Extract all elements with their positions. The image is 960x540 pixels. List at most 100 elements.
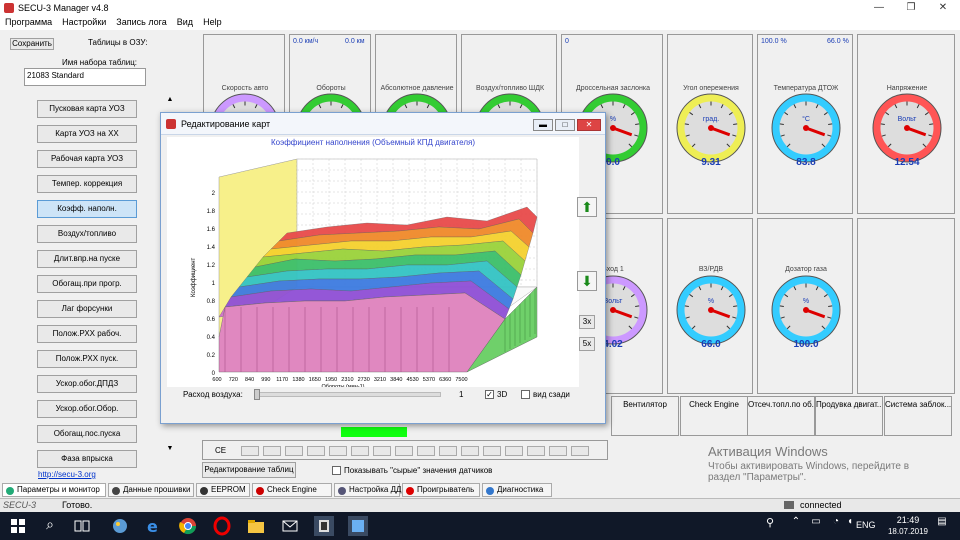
map-button[interactable]: Обогащ.пос.пуска [37, 425, 137, 443]
ce-indicator [307, 446, 325, 456]
task-view-icon[interactable] [72, 516, 92, 536]
map-button[interactable]: Ускор.обог.Обор. [37, 400, 137, 418]
secu3-task-icon[interactable] [314, 516, 334, 536]
dialog-close-button[interactable]: ✕ [577, 119, 601, 131]
air-flow-slider[interactable] [254, 389, 441, 400]
people-icon[interactable]: ⚲ [760, 516, 780, 536]
back-view-checkbox[interactable] [521, 390, 530, 399]
check-3d-checkbox[interactable]: ✓ [485, 390, 494, 399]
ce-label: CE [215, 446, 227, 455]
opera-icon[interactable] [212, 516, 232, 536]
slider-handle[interactable] [254, 389, 260, 400]
gauge-unit: Вольт [897, 116, 917, 123]
map-button[interactable]: Карта УОЗ на ХХ [37, 125, 137, 143]
map-button[interactable]: Обогащ.при прогр. [37, 275, 137, 293]
clock-time[interactable]: 21:49 [888, 515, 928, 525]
menu-program[interactable]: Программа [0, 16, 57, 28]
raw-values-checkbox[interactable] [332, 466, 341, 475]
tab[interactable]: Проигрыватель [402, 483, 480, 497]
gauge-top-left: 0.0 км/ч [293, 38, 319, 45]
scroll-up-icon[interactable]: ▲ [166, 96, 174, 103]
status-bar: SECU-3 Готово. connected [0, 498, 960, 512]
menu-help[interactable]: Help [198, 16, 227, 28]
dialog-maximize-button[interactable]: □ [555, 119, 575, 131]
ce-indicator [483, 446, 501, 456]
search-icon[interactable]: ⌕ [40, 516, 60, 536]
surface-plot[interactable]: Коэффициент наполнения (Объемный КПД дви… [167, 137, 579, 390]
menu-view[interactable]: Вид [172, 16, 198, 28]
z-tick-label: 1.6 [207, 227, 216, 233]
paint-icon[interactable] [110, 516, 130, 536]
gauge-top-right: 0.0 км [345, 38, 365, 45]
ce-indicator [417, 446, 435, 456]
map-button[interactable]: Воздух/топливо [37, 225, 137, 243]
window-task-icon[interactable] [348, 516, 368, 536]
dialog-minimize-button[interactable]: ▬ [533, 119, 553, 131]
tab[interactable]: EEPROM [196, 483, 250, 497]
gauge-value: 9.31 [701, 157, 721, 168]
scroll-down-icon[interactable]: ▼ [166, 445, 174, 452]
z-tick-label: 1.2 [207, 263, 216, 269]
ce-indicator [505, 446, 523, 456]
map-button[interactable]: Коэфф. наполн. [37, 200, 137, 218]
notifications-icon[interactable]: ▤ [932, 516, 952, 536]
minimize-button[interactable]: — [864, 0, 894, 16]
tray-chevron-icon[interactable]: ⌃ [786, 516, 806, 536]
gauge-panel-empty [857, 218, 955, 394]
tab-label: Диагностика [497, 485, 544, 494]
explorer-icon[interactable] [246, 516, 266, 536]
tab[interactable]: Настройка ДД [334, 483, 401, 497]
set-name-input[interactable]: 21083 Standard [24, 68, 146, 86]
tab[interactable]: Параметры и монитор [2, 483, 106, 497]
menu-settings[interactable]: Настройки [57, 16, 111, 28]
save-button[interactable]: Сохранить [10, 38, 54, 50]
gauge-unit: % [707, 298, 715, 305]
map-button[interactable]: Длит.впр.на пуске [37, 250, 137, 268]
language-indicator[interactable]: ENG [856, 520, 876, 530]
map-button[interactable]: Ускор.обог.ДПДЗ [37, 375, 137, 393]
map-button[interactable]: Фаза впрыска [37, 450, 137, 468]
x-tick-label: 3210 [374, 377, 386, 383]
map-button[interactable]: Лаг форсунки [37, 300, 137, 318]
x-tick-label: 1650 [309, 377, 321, 383]
menu-log[interactable]: Запись лога [111, 16, 171, 28]
arrow-down-icon[interactable]: ⬇ [577, 271, 597, 291]
activation-watermark: Активация Windows Чтобы активировать Win… [708, 444, 909, 483]
zoom-5x-button[interactable]: 5x [579, 337, 595, 351]
map-button[interactable]: Темпер. коррекция [37, 175, 137, 193]
clock-date[interactable]: 18.07.2019 [882, 527, 934, 536]
arrow-up-icon[interactable]: ⬆ [577, 197, 597, 217]
taskbar: ⌕ e ⚲ ⌃ ▭ ◔ ◖ ENG 21:49 18.07.2019 ▤ [0, 512, 960, 540]
gauge-top-5-dial [676, 93, 746, 163]
chrome-icon[interactable] [178, 516, 198, 536]
map-button[interactable]: Пусковая карта УОЗ [37, 100, 137, 118]
map-editor-dialog: Редактирование карт ▬ □ ✕ Коэффициент на… [160, 112, 606, 424]
map-button[interactable]: Полож.РХХ пуск. [37, 350, 137, 368]
close-button[interactable]: ✕ [928, 0, 958, 16]
start-icon[interactable] [8, 516, 28, 536]
gauge-value: 100.0 [793, 339, 819, 350]
edge-icon[interactable]: e [144, 516, 164, 536]
gauge-value: 12.54 [894, 157, 920, 168]
raw-values-label: Показывать "сырые" значения датчиков [344, 466, 493, 475]
z-tick-label: 2 [212, 191, 216, 197]
mail-icon[interactable] [280, 516, 300, 536]
tab[interactable]: Check Engine [252, 483, 332, 497]
x-tick-label: 2730 [358, 377, 370, 383]
tab[interactable]: Диагностика [482, 483, 552, 497]
status-ready: Готово. [62, 500, 93, 510]
map-button[interactable]: Рабочая карта УОЗ [37, 150, 137, 168]
tab-label: Проигрыватель [417, 485, 475, 494]
restore-button[interactable]: ❐ [896, 0, 926, 16]
tab[interactable]: Данные прошивки [108, 483, 194, 497]
edit-tables-button[interactable]: Редактирование таблиц [202, 462, 296, 478]
map-button[interactable]: Полож.РХХ рабоч. [37, 325, 137, 343]
z-tick-label: 0.4 [207, 335, 216, 341]
watermark-line2: Чтобы активировать Windows, перейдите в [708, 461, 910, 472]
tab-label: Данные прошивки [123, 485, 191, 494]
ce-indicator [439, 446, 457, 456]
x-tick-label: 990 [261, 377, 270, 383]
zoom-3x-button[interactable]: 3x [579, 315, 595, 329]
tables-label: Таблицы в ОЗУ: [88, 38, 148, 47]
secu3-link[interactable]: http://secu-3.org [38, 470, 96, 479]
